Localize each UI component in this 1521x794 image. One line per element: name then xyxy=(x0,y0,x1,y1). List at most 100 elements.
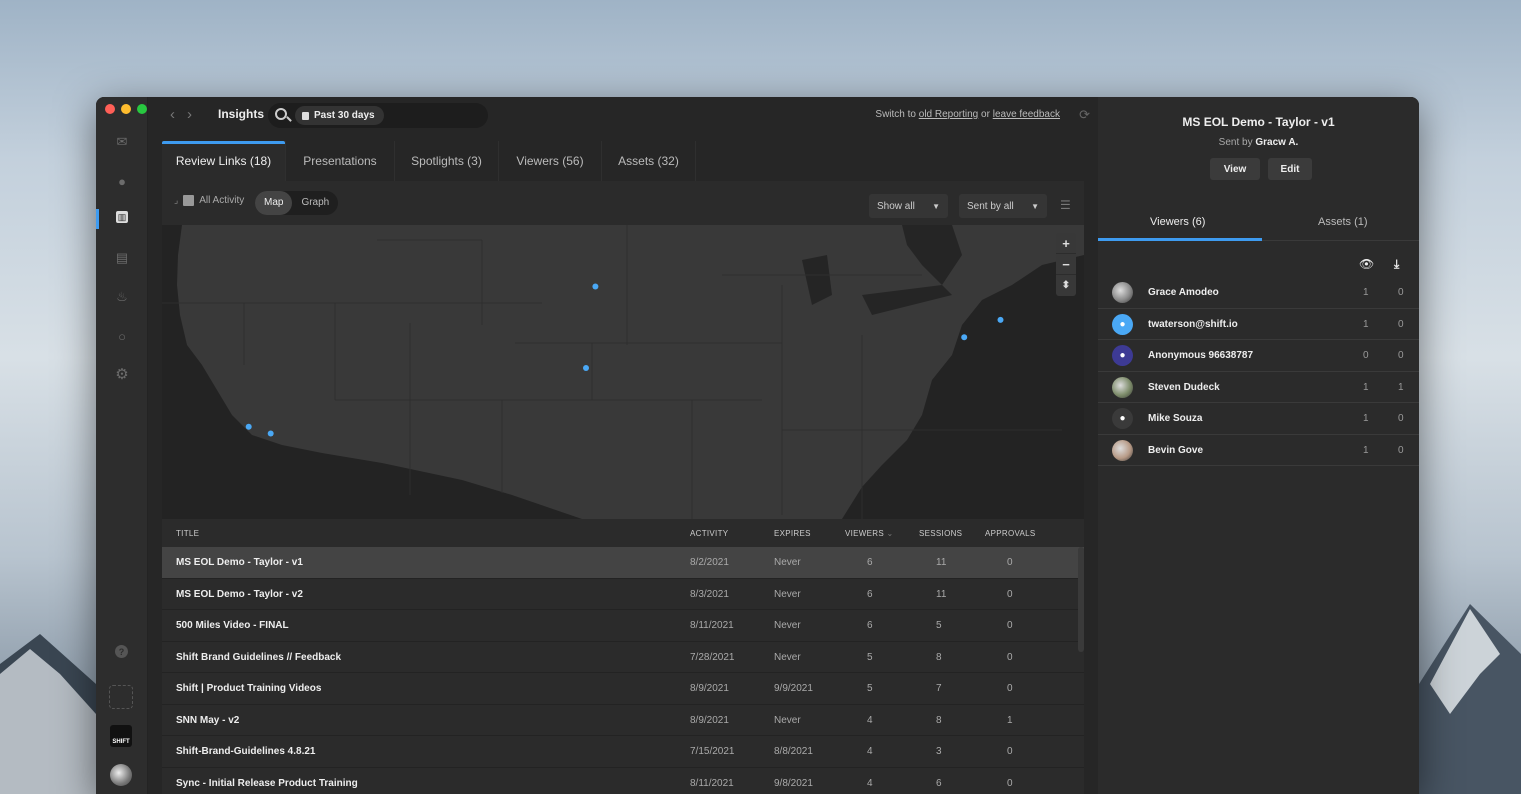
cell-sessions: 8 xyxy=(936,651,942,663)
back-button[interactable]: ‹ xyxy=(170,106,175,123)
show-filter-value: Show all xyxy=(877,200,915,212)
viewer-row[interactable]: Bevin Gove 1 0 xyxy=(1098,435,1419,466)
cell-sessions: 11 xyxy=(936,557,947,568)
workspace-logo[interactable]: SHIFT xyxy=(110,725,132,747)
sent-by: Sent by Gracw A. xyxy=(1098,137,1419,148)
map-marker[interactable] xyxy=(267,430,274,437)
col-viewers[interactable]: VIEWERS ⌄ xyxy=(845,529,894,538)
map-marker[interactable] xyxy=(583,365,589,371)
show-filter-dropdown[interactable]: Show all ▼ xyxy=(869,194,948,218)
map-marker[interactable] xyxy=(592,283,599,290)
tab-review-links[interactable]: Review Links (18) xyxy=(162,141,286,181)
avatar xyxy=(1112,282,1133,303)
edit-button[interactable]: Edit xyxy=(1268,158,1312,180)
refresh-icon[interactable]: ⟳ xyxy=(1079,107,1090,123)
cell-expires: 9/8/2021 xyxy=(774,777,813,789)
map-marker[interactable] xyxy=(245,423,252,430)
map-marker[interactable] xyxy=(997,316,1004,323)
col-activity[interactable]: ACTIVITY xyxy=(690,529,728,538)
col-expires[interactable]: EXPIRES xyxy=(774,529,811,538)
view-button[interactable]: View xyxy=(1210,158,1260,180)
sender-filter-value: Sent by all xyxy=(967,200,1014,212)
table-row[interactable]: 500 Miles Video - FINAL 8/11/2021 Never 6 5 0 xyxy=(162,610,1084,642)
tab-viewers[interactable]: Viewers (56) xyxy=(499,141,602,181)
viewer-row[interactable]: Steven Dudeck 1 1 xyxy=(1098,372,1419,403)
all-activity-toggle[interactable]: ⌟ All Activity xyxy=(174,195,244,206)
gear-icon[interactable]: ⚙ xyxy=(114,366,130,383)
search-icon[interactable] xyxy=(275,108,287,120)
or-text: or xyxy=(981,109,990,120)
table-row[interactable]: Shift | Product Training Videos 8/9/2021 9… xyxy=(162,673,1084,705)
viewer-name: Anonymous 96638787 xyxy=(1148,350,1254,361)
cell-approvals: 0 xyxy=(1007,746,1013,757)
views-column-icon[interactable]: 👁 xyxy=(1359,257,1374,271)
user-avatar[interactable] xyxy=(110,764,132,786)
zoom-out-button[interactable]: − xyxy=(1056,254,1076,275)
search-bar[interactable]: Past 30 days xyxy=(268,103,488,128)
tab-assets[interactable]: Assets (32) xyxy=(602,141,696,181)
graph-view-button[interactable]: Graph xyxy=(292,191,338,215)
viewer-views: 1 xyxy=(1363,318,1369,330)
viewer-row[interactable]: ● Anonymous 96638787 0 0 xyxy=(1098,340,1419,372)
clock-icon[interactable]: ● xyxy=(114,173,130,189)
panel-toolbar: ⌟ All Activity Map Graph Show all ▼ Sent… xyxy=(162,181,1084,225)
add-workspace-button[interactable] xyxy=(109,685,133,709)
search-icon[interactable]: ○ xyxy=(114,328,130,344)
map-marker[interactable] xyxy=(961,334,968,341)
cell-sessions: 5 xyxy=(936,620,942,631)
reset-north-button[interactable]: ⬍ xyxy=(1056,275,1076,296)
viewer-downloads: 0 xyxy=(1398,413,1404,424)
table-scrollbar[interactable] xyxy=(1078,547,1084,652)
insights-icon[interactable]: ▥ xyxy=(116,211,128,223)
download-column-icon[interactable]: ⤓ xyxy=(1394,257,1399,272)
tab-side-assets[interactable]: Assets (1) xyxy=(1318,216,1368,228)
leave-feedback-link[interactable]: leave feedback xyxy=(993,109,1060,120)
maximize-window-button[interactable] xyxy=(137,104,147,114)
forward-button[interactable]: › xyxy=(187,106,192,123)
cell-approvals: 1 xyxy=(1007,714,1013,726)
old-reporting-link[interactable]: old Reporting xyxy=(919,109,978,120)
cell-title: MS EOL Demo - Taylor - v2 xyxy=(176,588,303,600)
viewer-row[interactable]: ● Mike Souza 1 0 xyxy=(1098,403,1419,435)
tab-presentations[interactable]: Presentations xyxy=(286,141,395,181)
tab-spotlights[interactable]: Spotlights (3) xyxy=(395,141,499,181)
viewer-row[interactable]: ● twaterson@shift.io 1 0 xyxy=(1098,309,1419,340)
col-approvals[interactable]: APPROVALS xyxy=(985,529,1036,538)
map-view-button[interactable]: Map xyxy=(255,191,293,215)
table-row[interactable]: MS EOL Demo - Taylor - v1 8/2/2021 Never 6 1… xyxy=(162,547,1084,579)
table-row[interactable]: SNN May - v2 8/9/2021 Never 4 8 1 xyxy=(162,705,1084,736)
sent-by-prefix: Sent by xyxy=(1218,137,1253,148)
cell-expires: Never xyxy=(774,620,801,631)
minimize-window-button[interactable] xyxy=(121,104,131,114)
table-row[interactable]: MS EOL Demo - Taylor - v2 8/3/2021 Never 6 1… xyxy=(162,579,1084,610)
close-window-button[interactable] xyxy=(105,104,115,114)
filter-icon[interactable]: ☰ xyxy=(1060,198,1072,212)
viewer-downloads: 0 xyxy=(1398,350,1404,361)
cell-title: SNN May - v2 xyxy=(176,714,240,726)
cell-activity: 8/9/2021 xyxy=(690,683,729,694)
sender-filter-dropdown[interactable]: Sent by all ▼ xyxy=(959,194,1047,218)
cell-approvals: 0 xyxy=(1007,777,1013,789)
help-icon[interactable]: ? xyxy=(115,645,128,658)
archive-icon[interactable]: ▤ xyxy=(114,250,130,266)
table-row[interactable]: Shift Brand Guidelines // Feedback 7/28/2… xyxy=(162,642,1084,673)
sort-desc-icon: ⌄ xyxy=(886,529,894,538)
zoom-in-button[interactable]: + xyxy=(1056,233,1076,254)
active-tab-indicator xyxy=(1098,238,1262,241)
cell-expires: 8/8/2021 xyxy=(774,746,813,757)
table-row[interactable]: Sync - Initial Release Product Training 8… xyxy=(162,768,1084,794)
activity-map[interactable]: + − ⬍ xyxy=(162,225,1084,519)
cell-viewers: 6 xyxy=(867,557,873,568)
viewer-row[interactable]: Grace Amodeo 1 0 xyxy=(1098,277,1419,309)
viewer-downloads: 1 xyxy=(1398,381,1404,393)
inbox-icon[interactable]: ✉ xyxy=(114,134,130,150)
cell-title: Shift-Brand-Guidelines 4.8.21 xyxy=(176,746,316,757)
col-title[interactable]: TITLE xyxy=(176,529,199,538)
col-sessions[interactable]: SESSIONS xyxy=(919,529,962,538)
flame-icon[interactable]: ♨ xyxy=(114,289,130,305)
cell-sessions: 8 xyxy=(936,714,942,726)
tab-side-viewers[interactable]: Viewers (6) xyxy=(1150,216,1205,228)
table-row[interactable]: Shift-Brand-Guidelines 4.8.21 7/15/2021 8/… xyxy=(162,736,1084,768)
cell-title: MS EOL Demo - Taylor - v1 xyxy=(176,557,303,568)
date-filter-pill[interactable]: Past 30 days xyxy=(295,106,384,125)
